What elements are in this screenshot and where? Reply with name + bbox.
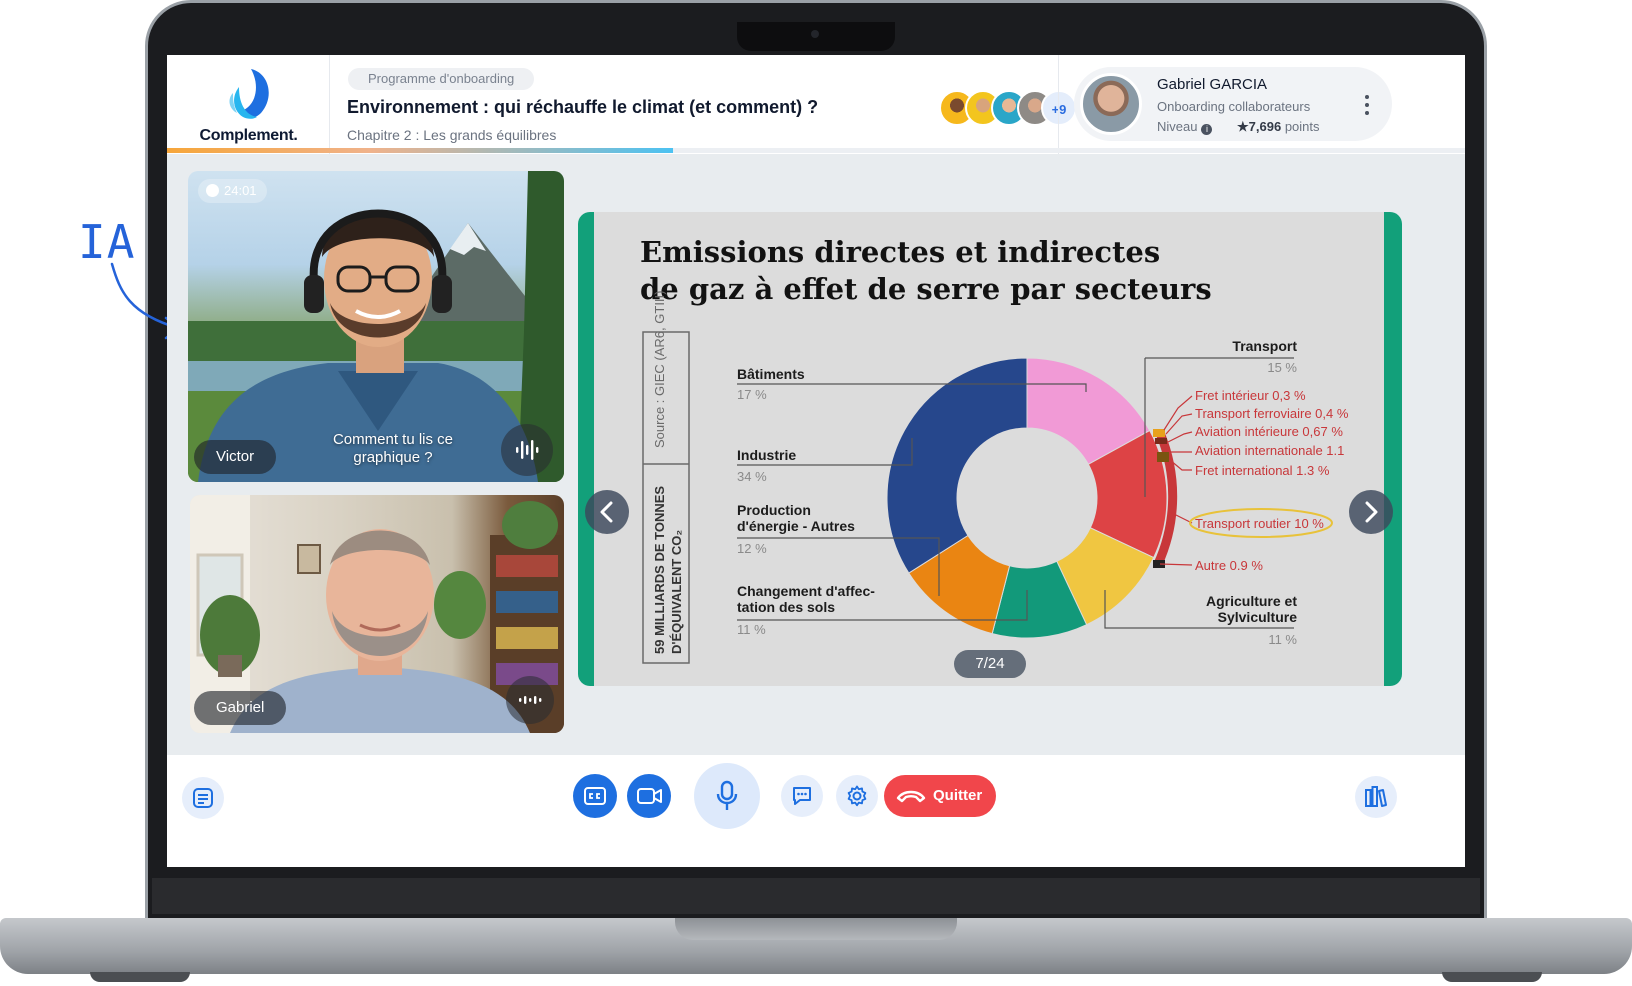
label-aviation-interieure: Aviation intérieure 0,67 %: [1195, 424, 1343, 439]
user-points: ★7,696 points: [1237, 119, 1320, 135]
logo[interactable]: Complement.: [167, 55, 330, 155]
chat-button[interactable]: [781, 775, 823, 817]
label-autre: Autre 0.9 %: [1195, 558, 1263, 573]
notes-button[interactable]: [182, 777, 224, 819]
points-value: ★7,696: [1237, 119, 1282, 134]
settings-button[interactable]: [836, 775, 878, 817]
chapter-subtitle: Chapitre 2 : Les grands équilibres: [347, 127, 557, 143]
laptop-foot-left: [90, 972, 190, 982]
user-level-label: Niveau: [1157, 119, 1198, 134]
hang-up-icon: [896, 790, 926, 803]
course-progress-fill: [167, 148, 674, 153]
more-options-icon[interactable]: [1364, 95, 1370, 119]
audio-wave-icon: [516, 440, 539, 460]
closed-captions-icon: [584, 787, 606, 805]
laptop-bezel-bottom: [152, 878, 1480, 914]
audio-idle-icon: [519, 696, 542, 704]
quit-button[interactable]: Quitter: [884, 775, 996, 817]
participant-name-gabriel: Gabriel: [194, 691, 287, 725]
notes-icon: [193, 788, 213, 808]
label-transport: Transport: [1232, 338, 1297, 354]
label-changement-1: Changement d'affec-: [737, 583, 875, 599]
points-label: points: [1284, 119, 1320, 134]
chat-icon: [793, 787, 811, 805]
label-agriculture-1: Agriculture et: [1206, 593, 1297, 609]
more-participants-badge[interactable]: +9: [1041, 90, 1077, 126]
course-progress-bar: [167, 148, 1465, 153]
timer-text: 24:01: [224, 183, 257, 198]
chevron-right-icon: [1365, 501, 1378, 523]
user-role: Onboarding collaborateurs: [1157, 99, 1311, 114]
recording-timer: 24:01: [198, 179, 267, 203]
total-text-line-2: D'ÉQUIVALENT CO₂: [669, 530, 684, 654]
label-aviation-internationale: Aviation internationale 1.1: [1195, 443, 1344, 458]
logo-text: Complement.: [199, 127, 298, 144]
label-transport-routier: Transport routier 10 %: [1195, 516, 1324, 531]
user-avatar: [1080, 73, 1142, 135]
main-stage: 24:01 Victor Comment tu lis ce graphique…: [167, 154, 1465, 755]
chevron-left-icon: [600, 501, 613, 523]
header-divider: [1058, 55, 1059, 155]
microphone-button[interactable]: [694, 763, 760, 829]
video-tile-gabriel[interactable]: Gabriel: [190, 495, 564, 733]
breakdown-segment: [1155, 438, 1167, 444]
label-industrie: Industrie: [737, 447, 796, 463]
pct-transport: 15 %: [1267, 360, 1297, 375]
source-text: Source : GIEC (AR6, GTIII): [652, 291, 667, 448]
app-screen: Complement. Programme d'onboarding Envir…: [167, 55, 1465, 867]
label-ferroviaire: Transport ferroviaire 0,4 %: [1195, 406, 1349, 421]
next-slide-button[interactable]: [1349, 490, 1393, 534]
slide-content: Emissions directes et indirectes de gaz …: [594, 212, 1384, 686]
total-text-line-1: 59 MILLIARDS DE TONNES: [652, 486, 667, 654]
webcam-dot: [811, 30, 819, 38]
laptop-base-groove: [675, 918, 957, 940]
emissions-donut-chart: Source : GIEC (AR6, GTIII) 59 MILLIARDS …: [642, 291, 1349, 664]
breakdown-segment: [1153, 429, 1165, 437]
live-caption: Comment tu lis ce graphique ?: [332, 431, 454, 466]
program-badge: Programme d'onboarding: [348, 68, 535, 90]
pct-industrie: 34 %: [737, 469, 767, 484]
laptop-foot-right: [1442, 972, 1542, 982]
label-production-1: Production: [737, 502, 811, 518]
settings-icon: [847, 785, 867, 807]
info-icon[interactable]: i: [1201, 124, 1213, 135]
audio-level-button-gabriel[interactable]: [506, 676, 554, 724]
slide-page-indicator: 7/24: [954, 650, 1026, 678]
user-name: Gabriel GARCIA: [1157, 76, 1268, 93]
participant-name-victor: Victor: [194, 440, 277, 474]
pct-agriculture: 11 %: [1268, 632, 1297, 647]
user-level: Niveau i: [1157, 119, 1213, 135]
camera-icon: [637, 788, 662, 804]
previous-slide-button[interactable]: [585, 490, 629, 534]
pct-production: 12 %: [737, 541, 767, 556]
label-fret-interieur: Fret intérieur 0,3 %: [1195, 388, 1306, 403]
ia-annotation-label: IA: [78, 215, 136, 269]
presentation-slide: Emissions directes et indirectes de gaz …: [578, 212, 1402, 686]
label-production-2: d'énergie - Autres: [737, 518, 855, 534]
audio-level-button-victor[interactable]: [501, 424, 553, 476]
call-toolbar: Quitter: [167, 755, 1465, 867]
pct-batiments: 17 %: [737, 387, 767, 402]
library-button[interactable]: [1355, 776, 1397, 818]
course-title: Environnement : qui réchauffe le climat …: [347, 97, 819, 117]
record-dot-icon: [206, 184, 219, 197]
video-tile-victor[interactable]: 24:01 Victor Comment tu lis ce graphique…: [188, 171, 564, 482]
camera-button[interactable]: [627, 774, 671, 818]
user-profile-card[interactable]: Gabriel GARCIA Onboarding collaborateurs…: [1074, 67, 1392, 141]
quit-label: Quitter: [933, 787, 983, 804]
complement-logo-icon: [229, 69, 269, 119]
label-batiments: Bâtiments: [737, 366, 805, 382]
breakdown-segment: [1157, 452, 1169, 462]
pct-changement: 11 %: [737, 622, 766, 637]
microphone-icon: [716, 780, 738, 810]
closed-captions-button[interactable]: [573, 774, 617, 818]
app-header: Complement. Programme d'onboarding Envir…: [167, 55, 1465, 155]
label-changement-2: tation des sols: [737, 599, 835, 615]
library-icon: [1365, 786, 1387, 807]
label-agriculture-2: Sylviculture: [1218, 609, 1298, 625]
label-fret-international: Fret international 1.3 %: [1195, 463, 1330, 478]
